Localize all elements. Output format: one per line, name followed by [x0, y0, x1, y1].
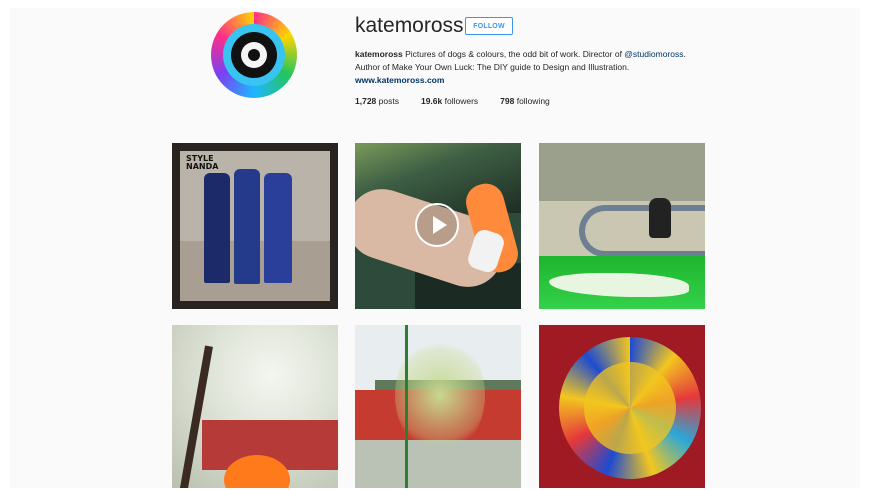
- follow-button[interactable]: FOLLOW: [465, 17, 513, 35]
- style-nanda-logo: STYLE NANDA: [186, 154, 219, 171]
- profile-bio: katemoross Pictures of dogs & colours, t…: [355, 48, 695, 87]
- post-tile-5[interactable]: [355, 325, 521, 488]
- photo-slide: [579, 205, 705, 257]
- profile-stats: 1,728 posts 19.6k followers 798 followin…: [355, 96, 550, 106]
- post-tile-3[interactable]: [539, 143, 705, 309]
- photo-wall: [539, 143, 705, 201]
- bio-text-1: Pictures of dogs & colours, the odd bit …: [402, 49, 625, 59]
- bio-website-link[interactable]: www.katemoross.com: [355, 75, 444, 85]
- profile-avatar[interactable]: [211, 12, 297, 98]
- following-label: following: [514, 96, 550, 106]
- person-figure: [264, 173, 292, 283]
- posts-count: 1,728: [355, 96, 377, 106]
- post-tile-6[interactable]: [539, 325, 705, 488]
- post-tile-1[interactable]: STYLE NANDA: [172, 143, 338, 309]
- person-figure: [649, 198, 671, 238]
- person-figure: [204, 173, 230, 283]
- followers-count: 19.6k: [420, 96, 443, 106]
- post-tile-4[interactable]: [172, 325, 338, 488]
- posts-label: posts: [376, 96, 399, 106]
- bio-mention-link[interactable]: @studiomoross: [624, 49, 683, 59]
- bio-name: katemoross: [355, 49, 403, 59]
- person-figure: [234, 169, 260, 284]
- play-icon[interactable]: [415, 203, 459, 247]
- photo-dragon-center: [584, 362, 676, 454]
- photo-pole: [405, 325, 408, 488]
- profile-page: katemoross FOLLOW katemoross Pictures of…: [10, 8, 860, 488]
- following-stat[interactable]: 798 following: [500, 96, 550, 106]
- followers-stat[interactable]: 19.6k followers: [421, 96, 478, 106]
- post-tile-2-video[interactable]: [355, 143, 521, 309]
- avatar-center: [248, 49, 260, 61]
- followers-label: followers: [442, 96, 479, 106]
- photo-tree: [395, 335, 485, 455]
- profile-username: katemoross: [355, 14, 464, 37]
- following-count: 798: [500, 96, 515, 106]
- posts-stat: 1,728 posts: [355, 96, 399, 106]
